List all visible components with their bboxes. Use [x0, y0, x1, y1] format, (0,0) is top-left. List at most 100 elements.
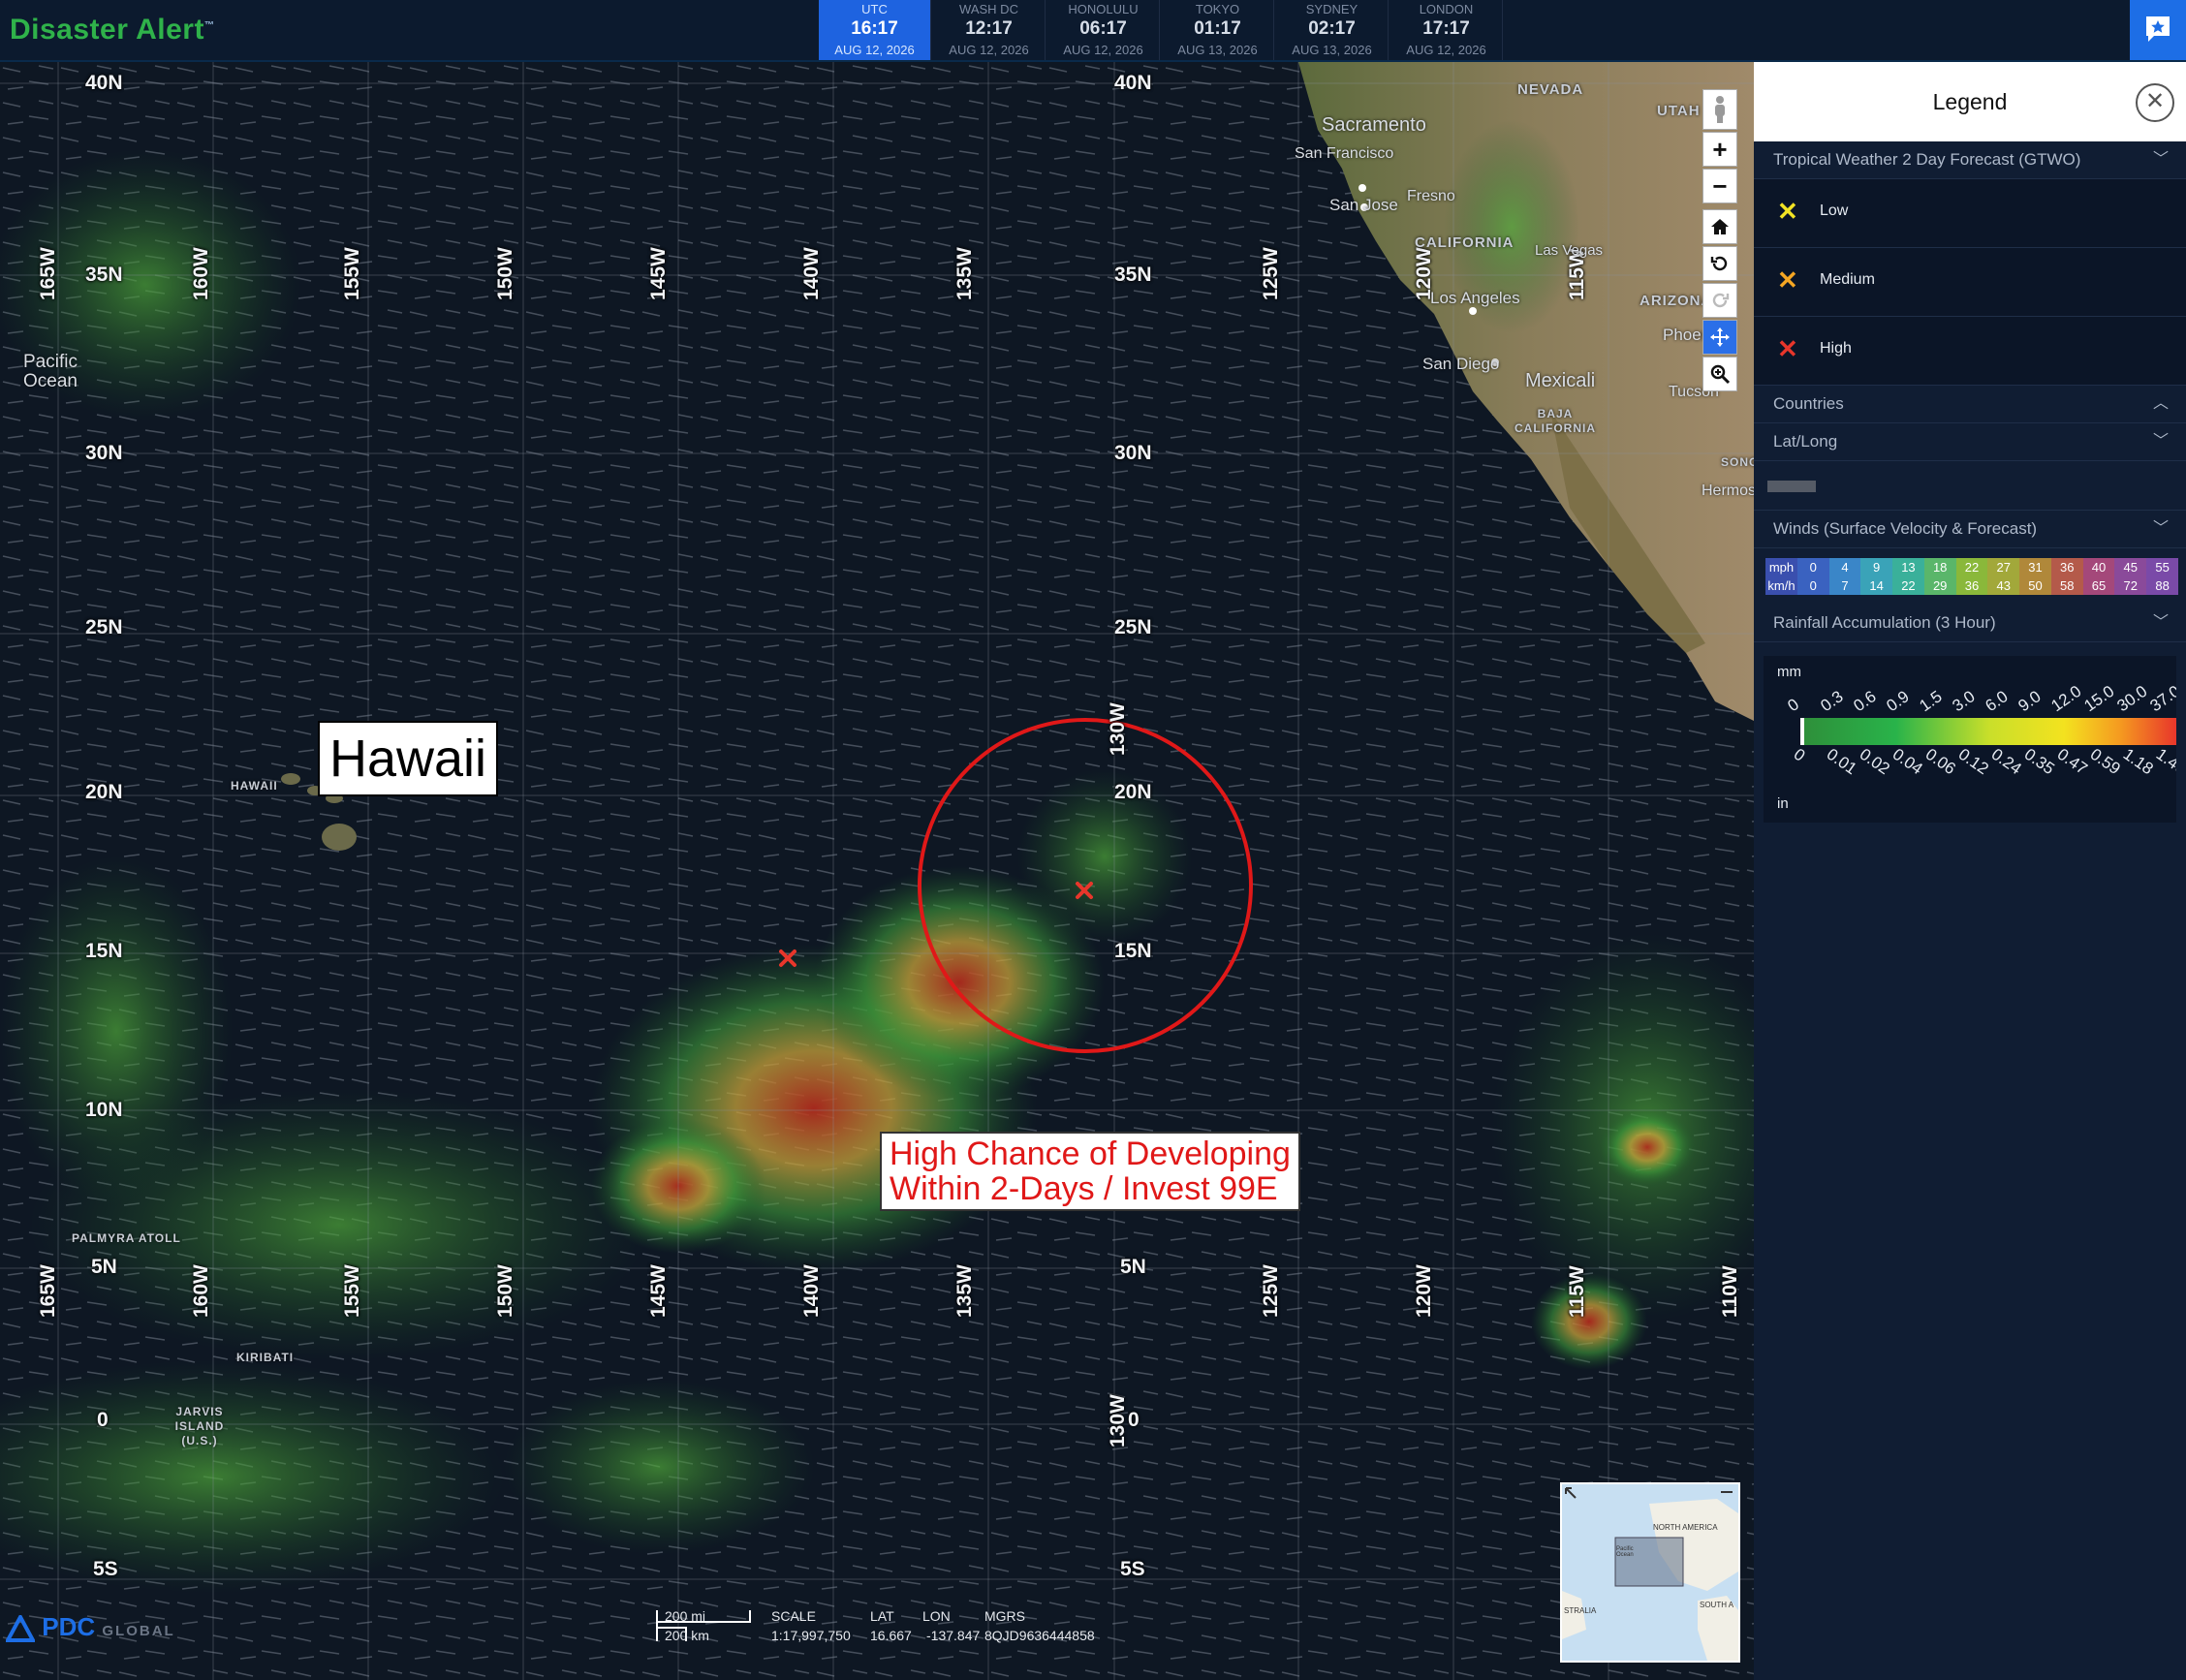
lon-label-4-1: 145W: [647, 1264, 670, 1318]
rain-in-tick: 0.12: [1955, 745, 1992, 779]
latlong-title: Lat/Long: [1773, 432, 1838, 451]
label-san-francisco: San Francisco: [1295, 145, 1394, 162]
wind-value: 31: [2019, 558, 2051, 576]
wind-value: 72: [2114, 576, 2147, 595]
wind-value: 36: [2050, 558, 2083, 576]
clock-london[interactable]: LONDON 17:17 AUG 12, 2026: [1390, 0, 1503, 60]
clock-city: SYDNEY: [1305, 2, 1358, 16]
overview-map[interactable]: NORTH AMERICA Pacific Ocean SOUTH A STRA…: [1560, 1482, 1740, 1663]
home-icon: [1711, 219, 1729, 234]
gtwo-label: Medium: [1820, 271, 1875, 288]
home-button[interactable]: [1702, 209, 1737, 244]
lat-label-4-1: 20N: [1114, 781, 1152, 803]
legend-section-rainfall[interactable]: Rainfall Accumulation (3 Hour) ﹀: [1754, 605, 2186, 642]
lon-label-1-0: 160W: [190, 247, 212, 300]
cross-icon: ✕: [1777, 334, 1798, 363]
rain-in-tick: 0.01: [1824, 745, 1860, 779]
close-icon[interactable]: ✕: [2136, 83, 2174, 122]
clock-tokyo[interactable]: TOKYO 01:17 AUG 13, 2026: [1162, 0, 1274, 60]
top-bar: Disaster Alert™ UTC 16:17 AUG 12, 2026 WASH…: [0, 0, 2186, 62]
lat-label-9-0: 5S: [93, 1558, 118, 1580]
rain-mm-tick: 0: [1784, 695, 1802, 715]
clock-time: 02:17: [1308, 18, 1356, 39]
zoom-out-button[interactable]: −: [1702, 169, 1737, 203]
lat-value: 16.667: [870, 1628, 912, 1643]
zoom-box-button[interactable]: [1702, 357, 1737, 391]
gtwo-item-medium: ✕ Medium: [1754, 248, 2186, 317]
lat-label-1-1: 35N: [1114, 264, 1152, 286]
latlong-swatch: [1754, 461, 2186, 511]
clock-date: AUG 12, 2026: [949, 43, 1029, 57]
app-logo[interactable]: Disaster Alert™: [10, 14, 214, 47]
label-fresno: Fresno: [1407, 188, 1455, 204]
legend-section-latlong[interactable]: Lat/Long ﹀: [1754, 423, 2186, 461]
rain-mm-tick: 0.9: [1883, 687, 1912, 715]
map-canvas[interactable]: 40N 40N 35N 35N 30N 30N 25N 25N 20N 20N 15N 15N 10N 5…: [0, 62, 1754, 1680]
clock-honolulu[interactable]: HONOLULU 06:17 AUG 12, 2026: [1047, 0, 1160, 60]
pan-button[interactable]: [1702, 320, 1737, 355]
clock-time: 17:17: [1422, 18, 1470, 39]
wind-value: 40: [2082, 558, 2115, 576]
reset-rotation-button[interactable]: [1702, 246, 1737, 281]
wind-value: 55: [2146, 558, 2178, 576]
wind-value: 4: [1828, 558, 1861, 576]
rain-mm-tick: 9.0: [2014, 687, 2044, 715]
clock-city: HONOLULU: [1068, 2, 1139, 16]
winds-scale: mph 0 4 9 13 18 22 27 31 36 40 45 55 km/h 0 7 14 22 29 36 4…: [1765, 558, 2178, 595]
chevron-down-icon: ﹀: [2152, 151, 2169, 168]
clock-date: AUG 13, 2026: [1177, 43, 1258, 57]
chevron-up-icon: ︿: [2152, 395, 2169, 412]
rain-in-tick: 1.46: [2153, 745, 2176, 779]
lon-label-6-0: 135W: [953, 247, 976, 300]
overview-na: NORTH AMERICA: [1653, 1523, 1718, 1532]
lon-label-3-0: 150W: [494, 247, 516, 300]
rain-mm-tick: 0.6: [1850, 687, 1879, 715]
rain-in-tick: 0.04: [1889, 745, 1926, 779]
gtwo-list: ✕ Low ✕ Medium ✕ High: [1754, 179, 2186, 386]
clock-time: 16:17: [851, 18, 898, 39]
clock-date: AUG 12, 2026: [1063, 43, 1143, 57]
lon-label-7-1: 130W: [1107, 1394, 1129, 1447]
alerts-button[interactable]: [2130, 0, 2186, 60]
lat-label-0-1: 40N: [1114, 72, 1152, 94]
lat-label-7-0: 5N: [91, 1256, 117, 1278]
clock-sydney[interactable]: SYDNEY 02:17 AUG 13, 2026: [1276, 0, 1389, 60]
clock-city: WASH DC: [959, 2, 1018, 16]
scale-value: 1:17,997,750: [771, 1628, 851, 1643]
scale-km: 200 km: [665, 1628, 709, 1643]
label-nevada: NEVADA: [1517, 81, 1584, 98]
clock-utc[interactable]: UTC 16:17 AUG 12, 2026: [819, 0, 931, 60]
rain-mm-tick: 0.3: [1817, 687, 1846, 715]
winds-title: Winds (Surface Velocity & Forecast): [1773, 519, 2038, 538]
clock-wash-dc[interactable]: WASH DC 12:17 AUG 12, 2026: [933, 0, 1046, 60]
wind-value: 58: [2050, 576, 2083, 595]
label-sonora: SONORA: [1721, 455, 1754, 469]
chevron-down-icon: ﹀: [2152, 614, 2169, 631]
lat-label-8-0: 0: [97, 1409, 109, 1431]
legend-section-countries[interactable]: Countries ︿: [1754, 386, 2186, 423]
callout-line-2: Within 2-Days / Invest 99E: [890, 1170, 1278, 1207]
rain-in-tick: 0.59: [2087, 745, 2124, 779]
rain-in-tick: 1.18: [2120, 745, 2157, 779]
label-las-vegas: Las Vegas: [1535, 242, 1604, 259]
lon-label-4-0: 145W: [647, 247, 670, 300]
lon-label-0-1: 165W: [37, 1264, 59, 1318]
cross-icon: ✕: [1777, 197, 1798, 226]
clock-time: 01:17: [1194, 18, 1241, 39]
lon-value: -137.847: [926, 1628, 981, 1643]
wind-value: 0: [1796, 558, 1829, 576]
label-california: CALIFORNIA: [1415, 234, 1515, 251]
wind-value: 36: [1955, 576, 1988, 595]
legend-section-gtwo[interactable]: Tropical Weather 2 Day Forecast (GTWO) ﹀: [1754, 141, 2186, 179]
wind-value: 50: [2019, 576, 2051, 595]
refresh-button[interactable]: [1702, 283, 1737, 318]
rotate-right-icon: [1712, 293, 1730, 308]
street-view-icon[interactable]: [1702, 89, 1737, 130]
lat-label-1-0: 35N: [85, 264, 123, 286]
rainfall-title: Rainfall Accumulation (3 Hour): [1773, 613, 1996, 632]
rain-in-tick: 0.47: [2054, 745, 2091, 779]
legend-section-winds[interactable]: Winds (Surface Velocity & Forecast) ﹀: [1754, 511, 2186, 548]
pdc-logo: PDC GLOBAL: [4, 1612, 175, 1643]
zoom-in-button[interactable]: +: [1702, 132, 1737, 167]
label-palmyra: PALMYRA ATOLL: [72, 1231, 181, 1245]
